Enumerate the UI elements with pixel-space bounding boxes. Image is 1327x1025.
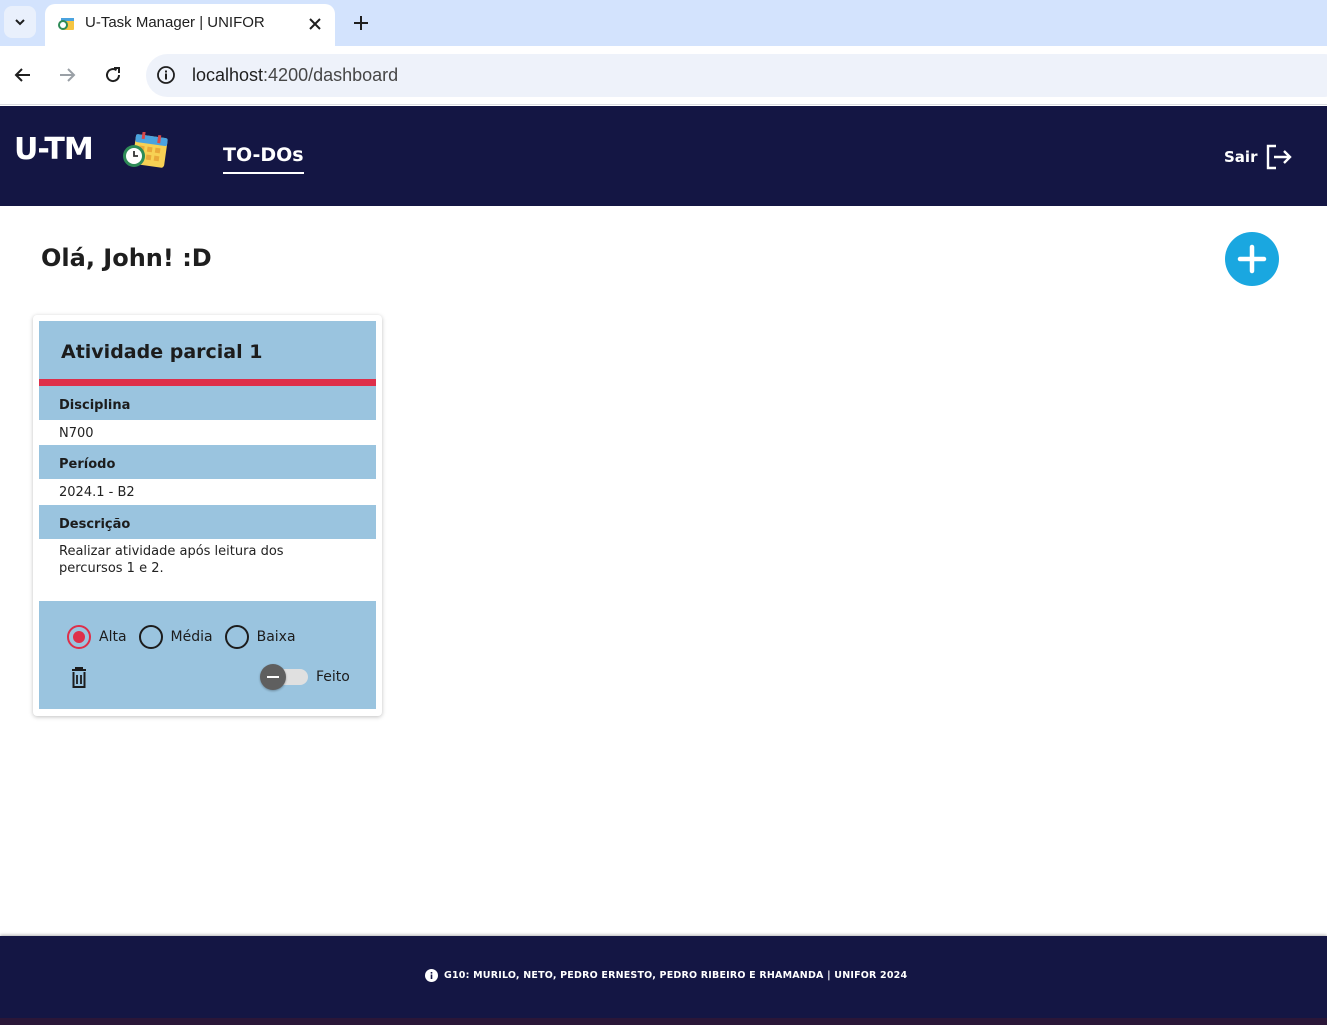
footer-text: G10: MURILO, NETO, PEDRO ERNESTO, PEDRO … [444, 970, 908, 981]
new-tab-button[interactable] [350, 12, 372, 34]
calendar-clock-icon [58, 18, 74, 30]
radio-media[interactable] [138, 625, 163, 649]
trash-icon [72, 667, 86, 688]
field-label-periodo: Período [39, 445, 376, 479]
reload-icon [106, 67, 121, 83]
url-host: localhost [192, 65, 264, 85]
priority-indicator [39, 379, 376, 386]
priority-radio-group: Alta Média Baixa [67, 625, 308, 649]
radio-baixa[interactable] [224, 625, 249, 649]
info-icon [425, 969, 438, 982]
done-toggle[interactable]: Feito [260, 664, 350, 690]
field-label-disciplina: Disciplina [39, 386, 376, 420]
tab-search-button[interactable] [4, 6, 36, 38]
logout-label: Sair [1224, 148, 1258, 166]
browser-tab[interactable]: U-Task Manager | UNIFOR [45, 4, 335, 46]
address-bar[interactable]: localhost:4200/dashboard [146, 54, 1327, 97]
back-button[interactable] [10, 62, 36, 88]
radio-alta[interactable] [67, 625, 91, 649]
calendar-clock-icon [123, 132, 168, 168]
plus-icon [1237, 244, 1267, 274]
footer-bottom-strip [0, 1018, 1327, 1025]
field-value-disciplina: N700 [59, 426, 94, 441]
tab-close-button[interactable] [305, 14, 325, 34]
forward-icon [60, 68, 76, 82]
nav-todos-link[interactable]: TO-DOs [223, 144, 304, 174]
url-text: localhost:4200/dashboard [192, 65, 398, 86]
card-footer: Alta Média Baixa Feito [39, 601, 376, 709]
toggle-track[interactable] [260, 664, 308, 690]
priority-option-media[interactable]: Média [138, 625, 213, 649]
tab-title: U-Task Manager | UNIFOR [85, 14, 265, 31]
browser-tab-bar: U-Task Manager | UNIFOR [0, 0, 1327, 46]
browser-toolbar: localhost:4200/dashboard [0, 46, 1327, 105]
info-icon[interactable] [156, 65, 176, 85]
add-task-button[interactable] [1225, 232, 1279, 286]
app-logo[interactable]: U-TM [14, 132, 94, 167]
close-icon [309, 18, 321, 30]
card-header: Atividade parcial 1 [39, 321, 376, 379]
card-title: Atividade parcial 1 [61, 341, 263, 363]
reload-button[interactable] [100, 62, 126, 88]
greeting-heading: Olá, John! :D [41, 244, 212, 272]
app-header: U-TM TO-DOs Sair [0, 106, 1327, 206]
forward-button[interactable] [54, 62, 80, 88]
delete-task-button[interactable] [69, 667, 89, 689]
footer-credits: G10: MURILO, NETO, PEDRO ERNESTO, PEDRO … [425, 969, 907, 982]
plus-icon [354, 16, 368, 30]
toggle-thumb[interactable] [260, 664, 286, 690]
task-card: Atividade parcial 1 Disciplina N700 Perí… [33, 315, 382, 716]
priority-option-baixa[interactable]: Baixa [224, 625, 296, 649]
logout-icon [1267, 144, 1293, 170]
done-label: Feito [316, 669, 350, 685]
chevron-down-icon [15, 19, 25, 26]
logout-button[interactable]: Sair [1224, 144, 1293, 170]
back-icon [14, 68, 30, 82]
priority-option-alta[interactable]: Alta [67, 625, 127, 649]
app-footer: G10: MURILO, NETO, PEDRO ERNESTO, PEDRO … [0, 936, 1327, 1018]
field-value-descricao: Realizar atividade após leitura dos perc… [59, 544, 284, 576]
url-path: :4200/dashboard [263, 65, 399, 85]
field-label-descricao: Descrição [39, 505, 376, 539]
field-value-periodo: 2024.1 - B2 [59, 485, 135, 500]
